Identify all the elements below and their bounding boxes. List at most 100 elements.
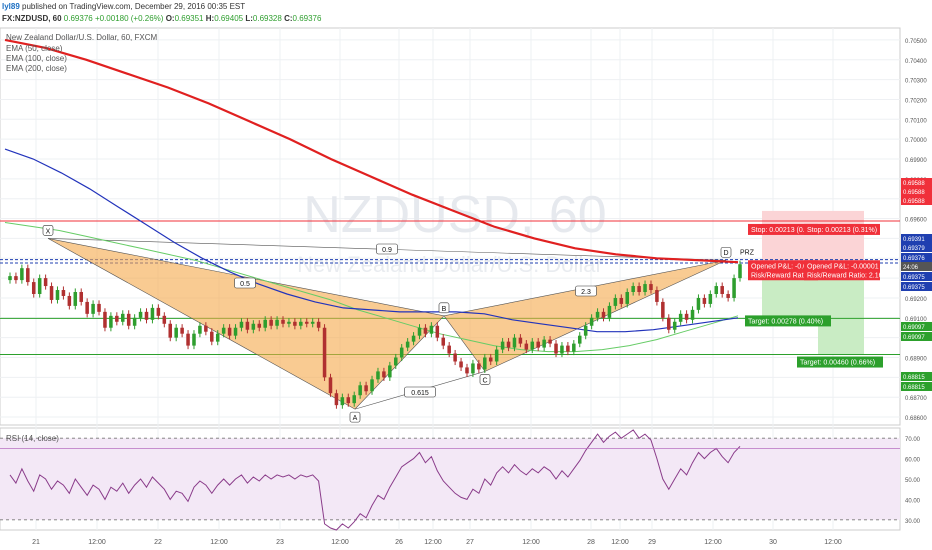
y-tick-label: 0.68900 bbox=[905, 357, 927, 363]
candle-body bbox=[55, 290, 60, 300]
ema200-legend[interactable]: EMA (200, close) bbox=[6, 64, 67, 74]
candle-body bbox=[192, 333, 196, 346]
candle-body bbox=[560, 345, 564, 354]
candle-body bbox=[477, 363, 481, 370]
stop-zone-2 bbox=[818, 210, 864, 265]
y-tick-label: 0.70400 bbox=[905, 59, 927, 65]
candle-body bbox=[714, 286, 719, 294]
target-label-1: Target: 0.00278 (0.40%) bbox=[748, 318, 823, 325]
candle-body bbox=[287, 321, 291, 324]
candle-body bbox=[275, 319, 279, 326]
x-tick-label: 12:00 bbox=[424, 539, 442, 546]
candle-body bbox=[506, 341, 511, 348]
candle-body bbox=[453, 353, 457, 362]
price-tag: 0.69375 bbox=[903, 285, 925, 291]
candle-body bbox=[388, 365, 392, 378]
x-tick-label: 30 bbox=[769, 539, 777, 546]
candle-body bbox=[429, 325, 434, 334]
y-tick-label: 0.68700 bbox=[905, 396, 927, 402]
candle-body bbox=[447, 345, 451, 354]
candle-body bbox=[411, 335, 416, 342]
candle-body bbox=[649, 284, 653, 291]
risk-reward-label: Risk/Reward Ratio: 2.16 bbox=[807, 272, 883, 279]
ema50-legend[interactable]: EMA (50, close) bbox=[6, 44, 62, 54]
y-tick-label: 0.68600 bbox=[905, 416, 927, 422]
candle-body bbox=[595, 311, 600, 318]
rsi-legend[interactable]: RSI (14, close) bbox=[6, 434, 59, 444]
candle-body bbox=[227, 327, 232, 336]
candle-body bbox=[417, 327, 422, 336]
candle-body bbox=[109, 315, 113, 328]
price-chart[interactable]: 0.70500 0.70400 0.70300 0.70200 0.70100 0.700… bbox=[0, 0, 932, 550]
candle-body bbox=[245, 321, 250, 330]
candle-body bbox=[471, 363, 475, 374]
watermark-description: New Zealand Dollar/U.S. Dollar bbox=[297, 252, 603, 277]
candle-body bbox=[352, 395, 356, 404]
candle-body bbox=[500, 341, 505, 350]
x-tick-label: 12:00 bbox=[88, 539, 106, 546]
candle-body bbox=[566, 345, 570, 352]
candle-body bbox=[524, 343, 529, 350]
rsi-band bbox=[0, 438, 900, 520]
price-tag: 0.68815 bbox=[903, 385, 925, 391]
candle-body bbox=[530, 341, 535, 350]
chart-title: New Zealand Dollar/U.S. Dollar, 60, FXCM bbox=[6, 33, 158, 42]
candle-body bbox=[174, 327, 178, 338]
pattern-point-D: D bbox=[723, 250, 728, 257]
candle-body bbox=[667, 317, 671, 330]
candle-body bbox=[79, 292, 83, 302]
candle-body bbox=[97, 303, 101, 312]
y-tick-label: 0.70100 bbox=[905, 118, 927, 124]
candle-body bbox=[215, 333, 220, 342]
candle-body bbox=[613, 297, 618, 306]
candle-body bbox=[459, 361, 463, 368]
candle-body bbox=[696, 297, 701, 310]
candle-body bbox=[376, 371, 380, 380]
candle-body bbox=[180, 327, 184, 334]
rsi-tick-label: 60.00 bbox=[905, 458, 921, 464]
candle-body bbox=[210, 331, 214, 342]
price-tag: 0.68815 bbox=[903, 375, 925, 381]
candle-body bbox=[204, 325, 208, 332]
candle-body bbox=[625, 292, 630, 304]
price-tag: 0.69379 bbox=[903, 246, 925, 252]
x-tick-label: 22 bbox=[154, 539, 162, 546]
candle-body bbox=[399, 347, 404, 358]
y-tick-label: 0.69200 bbox=[905, 297, 927, 303]
candle-body bbox=[269, 319, 273, 326]
candle-body bbox=[67, 295, 72, 306]
y-tick-label: 0.70500 bbox=[905, 39, 927, 45]
candle-body bbox=[221, 327, 226, 334]
x-tick-label: 12:00 bbox=[210, 539, 228, 546]
candle-body bbox=[512, 337, 517, 348]
watermark-symbol: NZDUSD, 60 bbox=[303, 186, 606, 244]
candle-body bbox=[73, 292, 78, 306]
price-tag: 24:06 bbox=[903, 265, 919, 271]
candle-body bbox=[483, 357, 487, 370]
candle-body bbox=[304, 321, 309, 324]
candle-body bbox=[672, 321, 677, 330]
candle-body bbox=[738, 264, 742, 279]
candle-body bbox=[37, 278, 42, 294]
candle-body bbox=[435, 325, 440, 338]
candle-body bbox=[263, 319, 267, 328]
candle-body bbox=[91, 303, 95, 314]
candle-body bbox=[684, 313, 689, 320]
x-tick-label: 12:00 bbox=[824, 539, 842, 546]
candle-body bbox=[198, 325, 202, 334]
candle-body bbox=[678, 313, 683, 322]
candle-body bbox=[601, 311, 606, 318]
price-tag: 0.69588 bbox=[903, 190, 925, 196]
ema100-legend[interactable]: EMA (100, close) bbox=[6, 54, 67, 64]
candle-body bbox=[144, 311, 149, 320]
candle-body bbox=[31, 282, 36, 294]
pattern-point-C: C bbox=[482, 377, 487, 384]
candle-body bbox=[49, 286, 54, 300]
candle-body bbox=[26, 268, 30, 283]
ratio-label: 2.3 bbox=[581, 289, 591, 296]
price-tag: 0.69391 bbox=[903, 237, 925, 243]
candle-body bbox=[334, 393, 339, 406]
candle-body bbox=[655, 290, 659, 302]
candle-body bbox=[637, 286, 641, 293]
x-tick-label: 12:00 bbox=[522, 539, 540, 546]
